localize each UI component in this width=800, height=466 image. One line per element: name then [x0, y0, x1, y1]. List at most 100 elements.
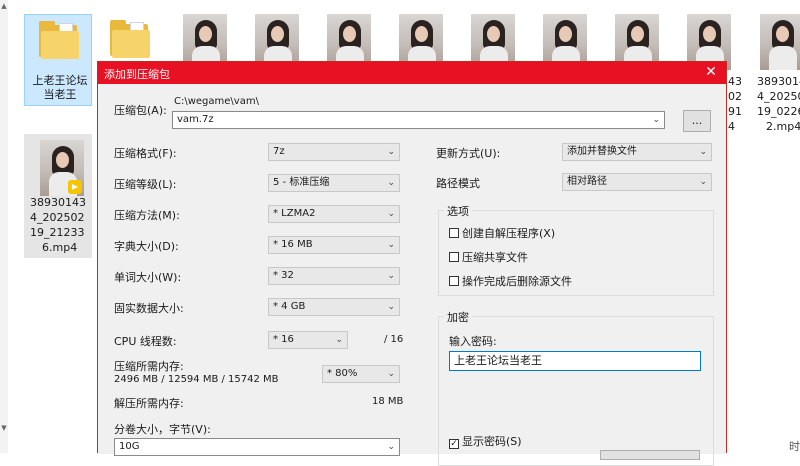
dictionary-select[interactable]: * 16 MB ⌄: [268, 236, 400, 254]
chevron-down-icon: ⌄: [387, 240, 395, 250]
level-label: 压缩等级(L):: [114, 178, 177, 191]
level-select[interactable]: 5 - 标准压缩 ⌄: [268, 174, 400, 192]
video-file-tile[interactable]: ▶ 38930143 4_202502 19_21233 6.mp4: [24, 134, 92, 258]
compress-shared-checkbox[interactable]: 压缩共享文件: [449, 249, 528, 265]
cpu-threads-select[interactable]: * 16 ⌄: [268, 331, 348, 349]
folder-name: 上老王论坛当老王: [32, 74, 88, 101]
compress-shared-label: 压缩共享文件: [462, 251, 528, 264]
add-to-archive-dialog: 添加到压缩包 ✕ 压缩包(A): C:\wegame\vam\ vam.7z ⌄…: [97, 61, 727, 466]
dialog-title: 添加到压缩包: [104, 68, 170, 81]
method-label: 压缩方法(M):: [114, 209, 180, 222]
dialog-titlebar[interactable]: 添加到压缩包 ✕: [98, 62, 726, 84]
archive-name-combobox[interactable]: vam.7z ⌄: [172, 111, 665, 129]
chevron-down-icon: ⌄: [387, 209, 395, 219]
word-size-select[interactable]: * 32 ⌄: [268, 267, 400, 285]
solid-block-label: 固实数据大小:: [114, 302, 184, 315]
folder-tile[interactable]: 上老王论坛当老王: [24, 14, 92, 106]
archive-directory: C:\wegame\vam\: [174, 96, 259, 107]
file-name-partial: 02: [728, 90, 742, 103]
cpu-threads-label: CPU 线程数:: [114, 335, 177, 348]
options-group-title: 选项: [444, 203, 472, 219]
file-name-line: 3893014: [757, 75, 800, 88]
scroll-down-icon[interactable]: ▼: [0, 424, 8, 432]
split-size-label: 分卷大小，字节(V):: [114, 423, 211, 436]
file-name-line: 4_202502: [30, 211, 85, 224]
memory-percent-select[interactable]: * 80% ⌄: [322, 365, 400, 383]
encryption-group: 加密 输入密码: 上老王论坛当老王 ✓ 显示密码(S): [438, 309, 714, 466]
file-name-line: 19_21233: [30, 226, 85, 239]
update-mode-select[interactable]: 添加并替换文件 ⌄: [562, 143, 712, 161]
memory-percent-value: * 80%: [327, 368, 358, 379]
checkbox-icon[interactable]: [449, 228, 459, 238]
format-select[interactable]: 7z ⌄: [268, 143, 400, 161]
chevron-down-icon[interactable]: ⌄: [652, 112, 660, 128]
chevron-down-icon: ⌄: [387, 178, 395, 188]
delete-after-checkbox[interactable]: 操作完成后删除源文件: [449, 273, 572, 289]
vertical-scrollbar[interactable]: ▲ ▼: [0, 0, 8, 453]
path-mode-select[interactable]: 相对路径 ⌄: [562, 173, 712, 191]
cpu-threads-value: * 16: [273, 334, 294, 345]
close-icon[interactable]: ✕: [696, 62, 726, 84]
solid-block-value: * 4 GB: [273, 301, 306, 312]
delete-after-label: 操作完成后删除源文件: [462, 275, 572, 288]
create-sfx-checkbox[interactable]: 创建自解压程序(X): [449, 225, 555, 241]
word-size-label: 单词大小(W):: [114, 271, 182, 284]
password-label: 输入密码:: [449, 335, 497, 348]
encryption-group-title: 加密: [444, 309, 472, 325]
split-size-combobox[interactable]: 10G ⌄: [114, 438, 400, 456]
word-size-value: * 32: [273, 270, 294, 281]
checkmark-icon[interactable]: ✓: [449, 439, 459, 449]
file-name-line: 2.mp4: [766, 120, 800, 133]
partial-button[interactable]: [600, 450, 700, 460]
method-value: * LZMA2: [273, 208, 316, 219]
chevron-down-icon: ⌄: [335, 335, 343, 345]
video-thumbnail[interactable]: [760, 14, 800, 70]
update-mode-label: 更新方式(U):: [436, 147, 501, 160]
memory-detail: 2496 MB / 12594 MB / 15742 MB: [114, 374, 279, 385]
format-value: 7z: [273, 146, 285, 157]
browse-button[interactable]: ...: [683, 110, 711, 132]
decompress-memory-label: 解压所需内存:: [114, 397, 184, 410]
file-name-partial: 4: [728, 120, 735, 133]
chevron-down-icon: ⌄: [387, 302, 395, 312]
archive-name-value: vam.7z: [177, 114, 214, 125]
chevron-down-icon: ⌄: [699, 147, 707, 157]
password-input[interactable]: 上老王论坛当老王: [449, 351, 701, 371]
update-mode-value: 添加并替换文件: [567, 146, 637, 157]
split-size-value: 10G: [119, 441, 140, 452]
dialog-content: 压缩包(A): C:\wegame\vam\ vam.7z ⌄ ... 压缩格式…: [98, 84, 726, 466]
checkbox-icon[interactable]: [449, 276, 459, 286]
format-label: 压缩格式(F):: [114, 147, 177, 160]
archive-label: 压缩包(A):: [114, 104, 167, 117]
chevron-down-icon: ⌄: [699, 177, 707, 187]
file-name-partial: 91: [728, 105, 742, 118]
show-password-checkbox[interactable]: ✓ 显示密码(S): [449, 433, 522, 449]
file-name-line: 4_20250: [757, 90, 800, 103]
method-select[interactable]: * LZMA2 ⌄: [268, 205, 400, 223]
chevron-down-icon: ⌄: [387, 271, 395, 281]
decompress-memory-value: 18 MB: [372, 396, 404, 407]
chevron-down-icon: ⌄: [387, 147, 395, 157]
options-group: 选项 创建自解压程序(X) 压缩共享文件 操作完成后删除源文件: [438, 203, 714, 296]
file-name-line: 19_0226: [757, 105, 800, 118]
scroll-up-icon[interactable]: ▲: [0, 2, 8, 10]
solid-block-select[interactable]: * 4 GB ⌄: [268, 298, 400, 316]
folder-icon[interactable]: [110, 20, 152, 60]
chevron-down-icon: ⌄: [387, 369, 395, 379]
create-sfx-label: 创建自解压程序(X): [462, 227, 556, 240]
video-thumbnail: ▶: [40, 140, 84, 196]
show-password-label: 显示密码(S): [462, 435, 522, 448]
file-name-partial: 43: [728, 75, 742, 88]
path-mode-value: 相对路径: [567, 176, 607, 187]
path-mode-label: 路径模式: [436, 177, 480, 190]
file-name-line: 38930143: [30, 196, 86, 209]
checkbox-icon[interactable]: [449, 252, 459, 262]
memory-label: 压缩所需内存:: [114, 360, 184, 373]
play-badge-icon: ▶: [68, 180, 82, 194]
file-name-line: 6.mp4: [42, 241, 78, 254]
cpu-threads-total: / 16: [384, 334, 404, 345]
dictionary-label: 字典大小(D):: [114, 240, 179, 253]
folder-icon: [39, 21, 81, 61]
partial-text: 时: [789, 440, 800, 453]
level-value: 5 - 标准压缩: [273, 177, 330, 188]
